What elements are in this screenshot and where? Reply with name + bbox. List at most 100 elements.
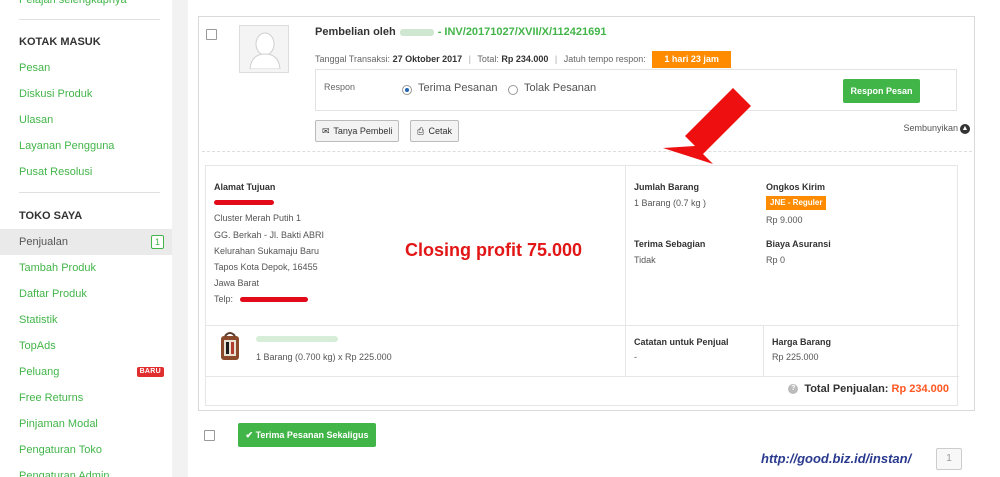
accept-order-radio[interactable] [402,85,412,95]
sidebar-item-peluang[interactable]: Peluang BARU [0,359,172,385]
qty-value: 1 Barang (0.7 kg ) [634,198,707,208]
sidebar-item-pengaturan-admin[interactable]: Pengaturan Admin [0,463,172,477]
response-label: Respon [324,82,356,92]
column-divider [763,326,764,376]
response-panel: Respon Terima Pesanan Tolak Pesanan Resp… [315,69,957,111]
row-divider [206,325,959,326]
sidebar-item-label: Peluang [19,366,60,378]
partial-accept-value: Tidak [634,255,656,265]
order-card: Pembelian oleh - INV/20171027/XVII/X/1124… [198,16,975,411]
product-name-redacted[interactable] [256,336,338,342]
hide-details-link[interactable]: Sembunyikan ▲ [903,123,970,134]
address-heading: Alamat Tujuan [214,182,276,192]
transaction-info: Tanggal Transaksi: 27 Oktober 2017 | Tot… [315,51,731,68]
qty-label: Jumlah Barang [634,182,700,192]
print-label: Cetak [428,126,453,136]
sales-total: ? Total Penjualan: Rp 234.000 [788,383,949,395]
insurance-label: Biaya Asuransi [766,239,831,249]
inbox-heading: KOTAK MASUK [19,36,101,48]
sidebar-item-pengaturan-toko[interactable]: Pengaturan Toko [0,437,172,463]
shipping-cost-value: Rp 9.000 [766,215,803,225]
product-thumbnail[interactable] [216,332,244,362]
insurance-value: Rp 0 [766,255,786,265]
phone-label: Telp: [214,294,234,304]
red-arrow-annotation [663,88,751,164]
respond-order-button[interactable]: Respon Pesan [843,79,920,103]
sidebar-item-ulasan[interactable]: Ulasan [0,107,172,133]
order-select-checkbox[interactable] [206,29,217,40]
item-price-value: Rp 225.000 [772,352,819,362]
accept-order-label[interactable]: Terima Pesanan [418,82,498,94]
select-all-checkbox[interactable] [204,430,215,441]
seller-note-label: Catatan untuk Penjual [634,337,729,347]
seller-note-value: - [634,352,637,362]
separator: | [554,53,558,64]
sales-count-badge: 1 [150,235,164,249]
sidebar-item-layanan-pengguna[interactable]: Layanan Pengguna [0,133,172,159]
address-line: Kelurahan Sukamaju Baru [214,246,320,256]
total-value: Rp 234.000 [501,53,549,64]
total-label: Total: [477,53,499,64]
trx-date-label: Tanggal Transaksi: [315,53,391,64]
address-line: GG. Berkah - Jl. Bakti ABRI [214,230,325,240]
sidebar-item-diskusi-produk[interactable]: Diskusi Produk [0,81,172,107]
sidebar-item-statistik[interactable]: Statistik [0,307,172,333]
sidebar-item-tambah-produk[interactable]: Tambah Produk [0,255,172,281]
product-qty-line: 1 Barang (0.700 kg) x Rp 225.000 [256,352,392,362]
sidebar-divider [19,192,160,193]
address-line: Jawa Barat [214,278,260,288]
ask-buyer-button[interactable]: ✉ Tanya Pembeli [315,120,400,142]
item-price-label: Harga Barang [772,337,832,347]
address-line: Cluster Merah Putih 1 [214,213,302,223]
sidebar: Pelajari selengkapnya KOTAK MASUK Pesan … [0,0,172,477]
sidebar-item-penjualan[interactable]: Penjualan 1 [0,229,172,255]
address-line: Tapos Kota Depok, 16455 [214,262,318,272]
order-details: Alamat Tujuan Cluster Merah Putih 1 GG. … [205,165,959,406]
hide-details-label: Sembunyikan [903,123,958,133]
phone-redacted [240,297,308,302]
sidebar-item-pesan[interactable]: Pesan [0,55,172,81]
pagination-page[interactable]: 1 [936,448,962,470]
help-icon[interactable]: ? [788,384,799,395]
annotation-text: Closing profit 75.000 [405,240,583,260]
buyer-name-redacted [399,28,434,36]
check-icon: ✔ [245,430,254,440]
user-silhouette-icon [249,32,281,69]
sidebar-item-pinjaman-modal[interactable]: Pinjaman Modal [0,411,172,437]
envelope-icon: ✉ [322,126,330,136]
reject-order-radio[interactable] [508,85,518,95]
sidebar-item-topads[interactable]: TopAds [0,333,172,359]
trx-date-value: 27 Oktober 2017 [392,53,463,64]
invoice-link[interactable]: - INV/20171027/XVII/X/112421691 [438,26,607,38]
bulk-accept-button[interactable]: ✔ Terima Pesanan Sekaligus [238,423,376,447]
chevron-up-icon: ▲ [960,123,970,134]
shop-heading: TOKO SAYA [19,210,83,222]
sidebar-item-label: Penjualan [19,236,68,248]
sidebar-item-daftar-produk[interactable]: Daftar Produk [0,281,172,307]
courier-badge: JNE - Reguler [766,196,827,210]
due-time-badge: 1 hari 23 jam [652,51,731,68]
sidebar-item-pusat-resolusi[interactable]: Pusat Resolusi [0,159,172,185]
reject-order-label[interactable]: Tolak Pesanan [524,82,596,94]
partial-accept-label: Terima Sebagian [634,239,706,249]
new-badge: BARU [136,367,164,377]
due-label: Jatuh tempo respon: [563,53,646,64]
learn-more-link[interactable]: Pelajari selengkapnya [0,0,172,13]
row-divider [206,376,959,377]
bulk-accept-label: Terima Pesanan Sekaligus [255,430,369,440]
column-divider [625,166,626,376]
main-content: Pembelian oleh - INV/20171027/XVII/X/1124… [188,0,1000,477]
recipient-redacted [214,200,274,205]
dashed-divider [202,151,972,152]
separator: | [468,53,471,64]
watermark-url: http://good.biz.id/instan/ [761,451,912,466]
buyer-prefix: Pembelian oleh [315,26,396,38]
buyer-line: Pembelian oleh - INV/20171027/XVII/X/1124… [315,26,607,38]
sidebar-item-free-returns[interactable]: Free Returns [0,385,172,411]
buyer-avatar [239,25,289,73]
sidebar-divider [19,19,160,20]
shipping-cost-label: Ongkos Kirim [766,182,826,192]
print-button[interactable]: ⎙ Cetak [410,120,460,142]
printer-icon: ⎙ [417,126,425,136]
ask-buyer-label: Tanya Pembeli [333,126,393,136]
